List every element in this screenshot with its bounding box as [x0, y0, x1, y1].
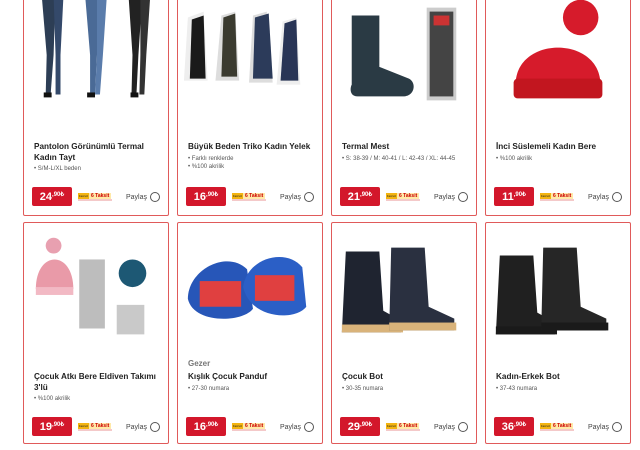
- share-button[interactable]: Paylaş: [434, 192, 468, 202]
- share-radio-icon[interactable]: [150, 422, 160, 432]
- price-badge: 21,90₺: [340, 187, 380, 206]
- product-title[interactable]: İnci Süslemeli Kadın Bere: [496, 141, 622, 152]
- product-card[interactable]: Pantolon Görünümlü Termal Kadın Tayt • S…: [23, 0, 169, 216]
- product-card[interactable]: Termal Mest • S: 38-39 / M: 40-41 / L: 4…: [331, 0, 477, 216]
- leggings-image[interactable]: [24, 0, 168, 113]
- product-title[interactable]: Çocuk Bot: [342, 371, 468, 382]
- product-title[interactable]: Çocuk Atkı Bere Eldiven Takımı 3'lü: [34, 371, 160, 393]
- product-grid: Pantolon Görünümlü Termal Kadın Tayt • S…: [20, 0, 640, 450]
- boot-image[interactable]: [486, 231, 630, 349]
- product-feature: • 27-30 numara: [188, 386, 230, 392]
- product-feature: • S/M-L/XL beden: [34, 166, 81, 172]
- share-radio-icon[interactable]: [458, 422, 468, 432]
- share-button[interactable]: Paylaş: [126, 192, 160, 202]
- vest-image[interactable]: [178, 0, 322, 113]
- kids-set-image[interactable]: [24, 233, 168, 351]
- product-card[interactable]: İnci Süslemeli Kadın Bere • %100 akrilik…: [485, 0, 631, 216]
- installment-badge: Faizsiz 6 Taksit: [540, 189, 576, 203]
- product-card[interactable]: Kadın-Erkek Bot • 37-43 numara 36,90₺ Fa…: [485, 222, 631, 444]
- installment-badge: Faizsiz 6 Taksit: [232, 419, 268, 433]
- installment-badge: Faizsiz 6 Taksit: [386, 189, 422, 203]
- product-feature: • 37-43 numara: [496, 386, 538, 392]
- product-card[interactable]: Gezer Kışlık Çocuk Panduf • 27-30 numara…: [177, 222, 323, 444]
- price-badge: 16,90₺: [186, 187, 226, 206]
- share-button[interactable]: Paylaş: [588, 422, 622, 432]
- share-radio-icon[interactable]: [150, 192, 160, 202]
- share-button[interactable]: Paylaş: [434, 422, 468, 432]
- product-card[interactable]: Çocuk Bot • 30-35 numara 29,90₺ Faizsiz 6…: [331, 222, 477, 444]
- share-radio-icon[interactable]: [304, 192, 314, 202]
- product-title[interactable]: Kışlık Çocuk Panduf: [188, 371, 314, 382]
- product-feature: • %100 akrilik: [496, 156, 533, 162]
- product-title[interactable]: Büyük Beden Triko Kadın Yelek: [188, 141, 314, 152]
- share-button[interactable]: Paylaş: [126, 422, 160, 432]
- sock-image[interactable]: [332, 0, 476, 113]
- installment-badge: Faizsiz 6 Taksit: [78, 189, 114, 203]
- share-radio-icon[interactable]: [612, 192, 622, 202]
- share-radio-icon[interactable]: [612, 422, 622, 432]
- brand-label: Gezer: [188, 359, 211, 368]
- price-badge: 11,90₺: [494, 187, 534, 206]
- installment-badge: Faizsiz 6 Taksit: [386, 419, 422, 433]
- price-badge: 19,90₺: [32, 417, 72, 436]
- share-radio-icon[interactable]: [458, 192, 468, 202]
- product-title[interactable]: Pantolon Görünümlü Termal Kadın Tayt: [34, 141, 160, 163]
- product-title[interactable]: Kadın-Erkek Bot: [496, 371, 622, 382]
- installment-badge: Faizsiz 6 Taksit: [232, 189, 268, 203]
- installment-badge: Faizsiz 6 Taksit: [78, 419, 114, 433]
- share-button[interactable]: Paylaş: [280, 422, 314, 432]
- price-badge: 36,90₺: [494, 417, 534, 436]
- price-badge: 24,90₺: [32, 187, 72, 206]
- product-feature: • %100 akrilik: [34, 396, 71, 402]
- kids-boot-image[interactable]: [332, 231, 476, 349]
- product-feature: • 30-35 numara: [342, 386, 384, 392]
- share-button[interactable]: Paylaş: [588, 192, 622, 202]
- product-feature: • %100 akrilik: [188, 164, 225, 170]
- product-card[interactable]: Büyük Beden Triko Kadın Yelek • Farklı r…: [177, 0, 323, 216]
- installment-badge: Faizsiz 6 Taksit: [540, 419, 576, 433]
- slipper-image[interactable]: [178, 229, 322, 347]
- product-feature: • Farklı renklerde: [188, 156, 234, 162]
- share-button[interactable]: Paylaş: [280, 192, 314, 202]
- product-card[interactable]: Çocuk Atkı Bere Eldiven Takımı 3'lü • %1…: [23, 222, 169, 444]
- beanie-image[interactable]: [486, 0, 630, 113]
- share-radio-icon[interactable]: [304, 422, 314, 432]
- product-title[interactable]: Termal Mest: [342, 141, 468, 152]
- price-badge: 29,90₺: [340, 417, 380, 436]
- price-badge: 16,90₺: [186, 417, 226, 436]
- product-feature: • S: 38-39 / M: 40-41 / L: 42-43 / XL: 4…: [342, 156, 456, 162]
